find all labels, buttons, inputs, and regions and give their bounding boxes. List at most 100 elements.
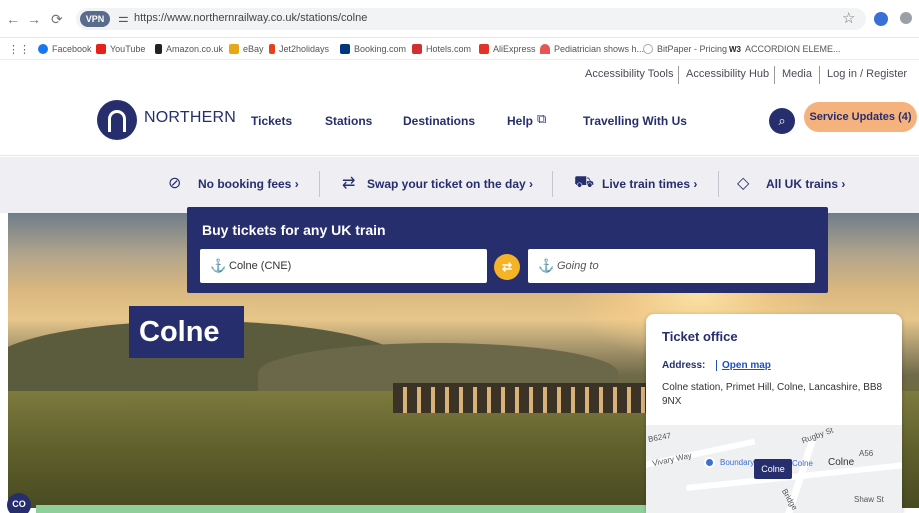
map-pin-label[interactable]: Colne bbox=[754, 459, 792, 479]
bookmark-booking[interactable]: Booking.com bbox=[340, 44, 406, 54]
feature-all-uk-trains[interactable]: All UK trains › bbox=[766, 177, 845, 191]
booking-icon bbox=[340, 44, 350, 54]
bookmarks-bar: ⋮⋮ Facebook YouTube Amazon.co.uk eBay Je… bbox=[0, 38, 919, 60]
browser-address-bar: ← → ⟳ VPN ⚌ https://www.northernrailway.… bbox=[0, 0, 919, 38]
login-register-link[interactable]: Log in / Register bbox=[827, 68, 907, 80]
map-label: A56 bbox=[859, 449, 874, 458]
extension-icon-2[interactable] bbox=[900, 12, 912, 24]
from-station-field[interactable]: ⚓ Colne (CNE) bbox=[200, 249, 487, 283]
nav-travelling-with-us[interactable]: Travelling With Us bbox=[583, 114, 687, 128]
chevron-right-icon: › bbox=[529, 177, 534, 191]
open-map-link[interactable]: Open map bbox=[716, 360, 771, 371]
station-address: Colne station, Primet Hill, Colne, Lanca… bbox=[662, 382, 883, 407]
feature-swap-ticket[interactable]: Swap your ticket on the day › bbox=[367, 177, 533, 191]
nav-stations[interactable]: Stations bbox=[325, 114, 372, 128]
brand-name[interactable]: NORTHERN bbox=[144, 109, 236, 127]
bookmark-ebay[interactable]: eBay bbox=[229, 44, 264, 54]
feature-live-train-times[interactable]: Live train times › bbox=[602, 177, 697, 191]
w3-icon: W3 bbox=[729, 44, 741, 54]
swap-arrows-icon: ⇄ bbox=[501, 260, 513, 274]
utility-bar: Accessibility Tools Accessibility Hub Me… bbox=[0, 60, 919, 90]
ticket-office-card: Ticket office Address: Open map Colne st… bbox=[646, 314, 902, 513]
bookmark-facebook[interactable]: Facebook bbox=[38, 44, 92, 54]
map-label: B6247 bbox=[647, 431, 672, 444]
divider bbox=[319, 171, 320, 197]
divider bbox=[678, 66, 679, 84]
map-label: Rugby St bbox=[800, 425, 835, 446]
bookmark-bitpaper[interactable]: BitPaper - Pricing bbox=[643, 44, 727, 54]
logo-n-shape bbox=[108, 110, 126, 132]
map-label: Boundary bbox=[720, 458, 755, 467]
bookmark-pediatrician[interactable]: Pediatrician shows h... bbox=[540, 44, 644, 54]
amazon-icon bbox=[155, 44, 162, 54]
extension-icon[interactable] bbox=[874, 12, 888, 26]
nav-help[interactable]: Help bbox=[507, 114, 533, 128]
address-label: Address: bbox=[662, 360, 706, 371]
swap-ticket-icon: ⇄ bbox=[342, 175, 356, 192]
map-location-icon bbox=[704, 457, 715, 468]
chat-badge[interactable]: CO bbox=[7, 493, 31, 513]
feature-strip: ⊘ No booking fees › ⇄ Swap your ticket o… bbox=[0, 157, 919, 213]
site-settings-icon[interactable]: ⚌ bbox=[118, 11, 129, 25]
accessibility-tools-link[interactable]: Accessibility Tools bbox=[585, 68, 673, 80]
divider bbox=[552, 171, 553, 197]
external-link-icon: ⧉ bbox=[537, 111, 547, 126]
bookmark-accordion[interactable]: W3 ACCORDION ELEME... bbox=[729, 44, 841, 54]
from-station-value: Colne (CNE) bbox=[229, 260, 292, 272]
map-label: Vivary Way bbox=[651, 450, 693, 469]
ticket-icon: ◇ bbox=[737, 175, 750, 192]
youtube-icon bbox=[96, 44, 106, 54]
reload-icon[interactable]: ⟳ bbox=[51, 11, 63, 28]
bookmark-amazon[interactable]: Amazon.co.uk bbox=[155, 44, 223, 54]
chevron-right-icon: › bbox=[693, 177, 698, 191]
divider bbox=[718, 171, 719, 197]
to-station-field[interactable]: ⚓ Going to bbox=[528, 249, 815, 283]
bookmark-hotels[interactable]: Hotels.com bbox=[412, 44, 471, 54]
search-button[interactable]: ⌕ bbox=[769, 108, 795, 134]
to-station-placeholder: Going to bbox=[557, 260, 599, 272]
jet2-icon bbox=[269, 44, 275, 54]
feature-no-booking-fees[interactable]: No booking fees › bbox=[198, 177, 299, 191]
bookmark-star-icon[interactable]: ☆ bbox=[842, 9, 855, 27]
pediatrician-icon bbox=[540, 44, 550, 54]
hotels-icon bbox=[412, 44, 422, 54]
forward-icon[interactable]: → bbox=[27, 11, 41, 27]
bitpaper-icon bbox=[643, 44, 653, 54]
nav-destinations[interactable]: Destinations bbox=[403, 114, 475, 128]
no-fee-icon: ⊘ bbox=[168, 175, 182, 192]
map-label: Shaw St bbox=[854, 495, 884, 504]
ticket-office-title: Ticket office bbox=[662, 329, 738, 344]
aliexpress-icon bbox=[479, 44, 489, 54]
station-map[interactable]: B6247 Vivary Way Boundary Colne Colne Co… bbox=[646, 425, 902, 513]
media-link[interactable]: Media bbox=[782, 68, 812, 80]
chevron-right-icon: › bbox=[841, 177, 846, 191]
apps-grid-icon[interactable]: ⋮⋮ bbox=[8, 43, 30, 56]
booking-widget: Buy tickets for any UK train ⚓ Colne (CN… bbox=[187, 207, 828, 293]
bookmark-jet2holidays[interactable]: Jet2holidays bbox=[269, 44, 329, 54]
swap-stations-button[interactable]: ⇄ bbox=[494, 254, 520, 280]
ebay-icon bbox=[229, 44, 239, 54]
accessibility-hub-link[interactable]: Accessibility Hub bbox=[686, 68, 769, 80]
nav-tickets[interactable]: Tickets bbox=[251, 114, 292, 128]
bookmark-youtube[interactable]: YouTube bbox=[96, 44, 145, 54]
viaduct-shape bbox=[393, 383, 653, 413]
facebook-icon bbox=[38, 44, 48, 54]
station-title-box: Colne bbox=[129, 306, 244, 358]
map-label: Colne bbox=[792, 459, 813, 468]
booking-title: Buy tickets for any UK train bbox=[202, 222, 386, 238]
service-updates-button[interactable]: Service Updates (4) bbox=[804, 102, 917, 132]
station-pin-icon: ⚓ bbox=[538, 258, 555, 273]
green-content-edge bbox=[36, 505, 646, 513]
search-icon: ⌕ bbox=[778, 113, 786, 128]
map-label: Colne bbox=[828, 457, 855, 468]
site-header: NORTHERN Tickets Stations Destinations H… bbox=[0, 90, 919, 156]
divider bbox=[774, 66, 775, 84]
url-text[interactable]: https://www.northernrailway.co.uk/statio… bbox=[134, 12, 367, 24]
divider bbox=[819, 66, 820, 84]
bookmark-aliexpress[interactable]: AliExpress bbox=[479, 44, 536, 54]
chevron-right-icon: › bbox=[294, 177, 299, 191]
vpn-badge[interactable]: VPN bbox=[80, 11, 110, 27]
back-icon[interactable]: ← bbox=[6, 11, 20, 27]
train-icon: ⛟ bbox=[574, 174, 595, 191]
station-pin-icon: ⚓ bbox=[210, 258, 227, 273]
